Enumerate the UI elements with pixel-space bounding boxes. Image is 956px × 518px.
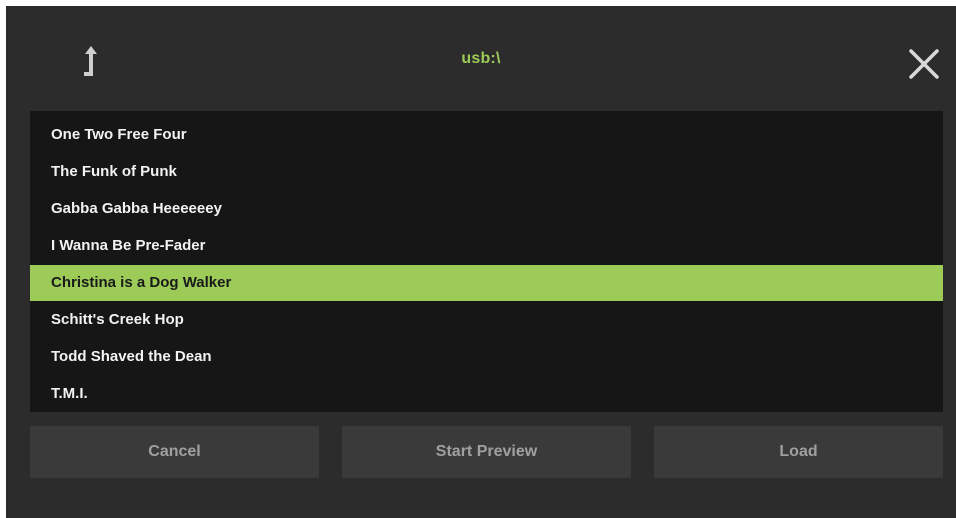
file-list-item[interactable]: T.M.I.	[30, 376, 943, 412]
file-list-item[interactable]: I Wanna Be Pre-Fader	[30, 228, 943, 264]
current-path: usb:\	[461, 50, 501, 67]
start-preview-button[interactable]: Start Preview	[342, 426, 631, 478]
file-list-item-selected[interactable]: Christina is a Dog Walker	[30, 265, 943, 301]
file-browser-dialog: usb:\ One Two Free Four The Funk of Punk…	[6, 6, 956, 518]
file-list-item[interactable]: One Two Free Four	[30, 117, 943, 153]
close-icon	[909, 49, 939, 79]
cancel-button[interactable]: Cancel	[30, 426, 319, 478]
load-button[interactable]: Load	[654, 426, 943, 478]
file-list-item[interactable]: Gabba Gabba Heeeeeey	[30, 191, 943, 227]
file-list-item[interactable]: Schitt's Creek Hop	[30, 302, 943, 338]
file-list: One Two Free Four The Funk of Punk Gabba…	[30, 111, 943, 412]
dialog-header: usb:\	[6, 6, 956, 110]
file-list-item[interactable]: The Funk of Punk	[30, 154, 943, 190]
close-button[interactable]	[906, 46, 942, 82]
file-list-item[interactable]: Todd Shaved the Dean	[30, 339, 943, 375]
